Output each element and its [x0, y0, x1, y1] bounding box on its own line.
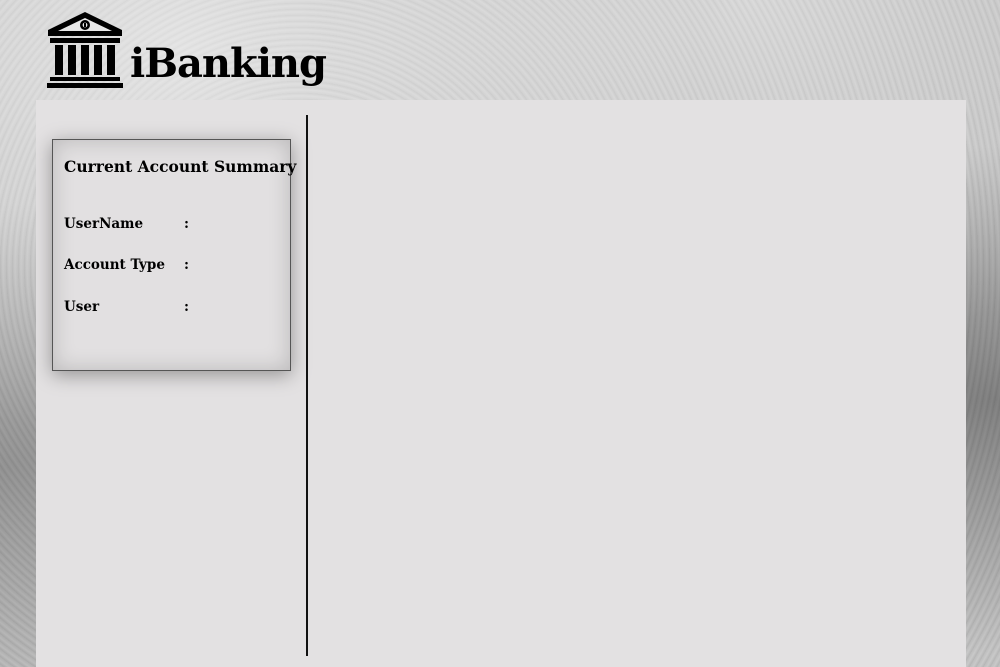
- app-title: iBanking: [130, 40, 327, 87]
- summary-row-account-type: Account Type:: [64, 257, 194, 273]
- vertical-divider: [306, 115, 308, 656]
- account-summary-card: Current Account Summary UserName: Accoun…: [52, 139, 296, 371]
- account-summary-title: Current Account Summary: [64, 157, 297, 176]
- main-panel: Current Account Summary UserName: Accoun…: [36, 100, 966, 667]
- page-header: iBanking: [0, 0, 1000, 100]
- username-separator: :: [184, 216, 189, 232]
- summary-row-username: UserName:: [64, 216, 194, 232]
- main-content-area: [316, 115, 956, 655]
- account-type-label: Account Type: [64, 257, 165, 273]
- account-type-separator: :: [184, 257, 189, 273]
- username-label: UserName: [64, 216, 144, 232]
- user-separator: :: [184, 299, 189, 315]
- user-label: User: [64, 299, 100, 315]
- bank-building-icon: [47, 12, 123, 88]
- app-logo[interactable]: iBanking: [46, 10, 327, 88]
- summary-row-user: User:: [64, 299, 194, 315]
